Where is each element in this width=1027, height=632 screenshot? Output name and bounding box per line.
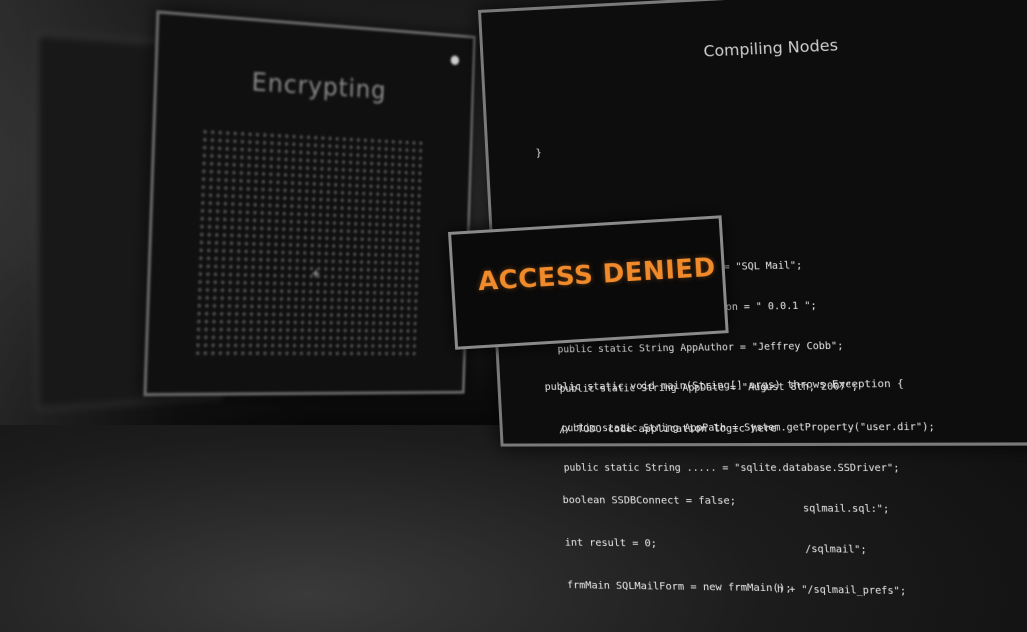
code-line: public static void main(String[] args) t… xyxy=(520,376,1027,395)
encrypting-title: Encrypting xyxy=(157,61,472,110)
code-line: int result = 0; xyxy=(528,536,1027,556)
compiling-title: Compiling Nodes xyxy=(483,24,1027,70)
code-line xyxy=(526,170,1027,200)
window-close-dot-icon[interactable] xyxy=(451,55,460,65)
compiling-window: x Compiling Nodes } public static String… xyxy=(478,0,1027,447)
encrypting-window: Encrypting + xyxy=(143,10,475,396)
code-line: boolean SSDBConnect = false; xyxy=(526,494,1027,511)
encrypted-data-grid xyxy=(194,128,426,356)
access-denied-dialog: ACCESS DENIED xyxy=(448,215,729,350)
mouse-cursor-icon: + xyxy=(311,267,320,279)
code-line: frmMain SQLMailForm = new frmMain(); xyxy=(530,578,1027,601)
code-block-bottom: public static void main(String[] args) t… xyxy=(519,346,1027,631)
code-line: } xyxy=(524,128,1027,160)
code-line: // TODO code application logic here xyxy=(522,421,1027,438)
access-denied-text: ACCESS DENIED xyxy=(477,253,716,297)
